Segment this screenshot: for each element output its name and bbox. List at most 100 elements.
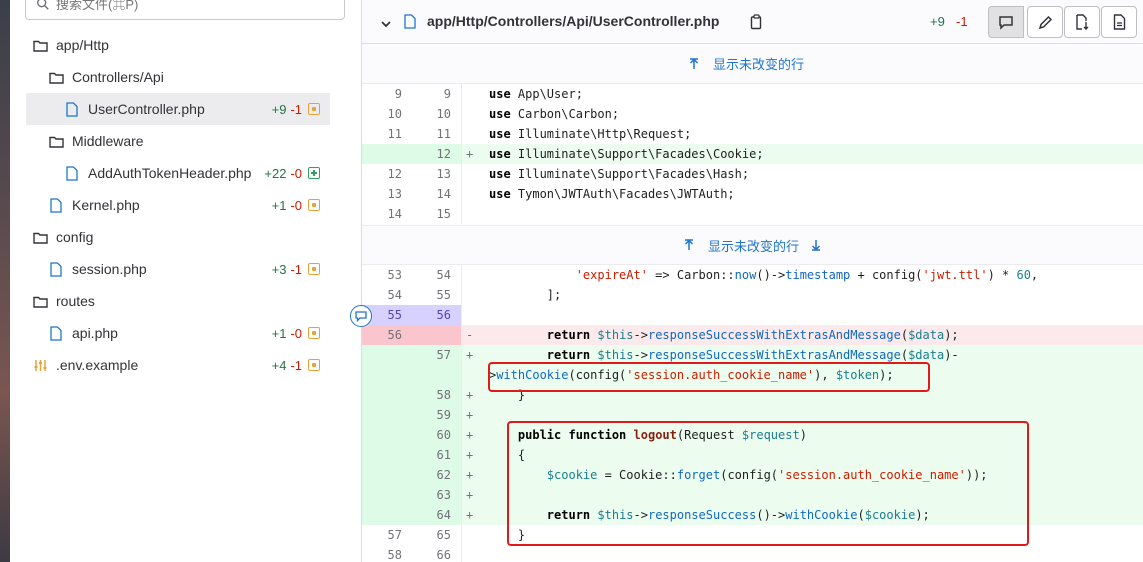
- file-modified-icon: [308, 199, 320, 211]
- expand-label: 显示未改变的行: [712, 57, 804, 72]
- deletions-count: -1: [290, 357, 302, 373]
- diff-line-added: 12 + use Illuminate\Support\Facades\Cookie…: [362, 144, 1143, 164]
- diff-line: 58 66: [362, 545, 1143, 562]
- file-added-icon: [308, 167, 320, 179]
- tree-file-label: AddAuthTokenHeader.php: [88, 165, 252, 181]
- additions-count: +9: [271, 101, 287, 117]
- file-modified-icon: [308, 359, 320, 371]
- diff-file-header: app/Http/Controllers/Api/UserController.…: [362, 0, 1143, 44]
- expand-unchanged-lines-top[interactable]: 显示未改变的行: [362, 44, 1143, 84]
- annotation-highlight-box: [507, 421, 1029, 546]
- file-search-box[interactable]: [25, 0, 345, 20]
- tree-file-label: UserController.php: [88, 101, 205, 117]
- file-change-stats: +3 -1: [272, 262, 320, 277]
- diff-line: 12 13 use Illuminate\Support\Facades\Hash;: [362, 164, 1143, 184]
- diff-deletions: -1: [956, 14, 968, 29]
- file-icon: [64, 165, 80, 181]
- tree-folder-routes[interactable]: routes: [32, 285, 95, 317]
- deletions-count: -0: [290, 197, 302, 213]
- view-file-button[interactable]: [1101, 6, 1137, 38]
- diff-panel: app/Http/Controllers/Api/UserController.…: [350, 0, 1143, 562]
- arrow-down-icon: [811, 240, 821, 251]
- file-arrow-icon: [1075, 14, 1088, 30]
- arrow-up-icon: [689, 57, 699, 69]
- comment-icon: [999, 15, 1013, 30]
- tree-folder-label: routes: [56, 293, 95, 309]
- arrow-up-icon: [684, 239, 694, 250]
- additions-count: +1: [271, 197, 287, 213]
- chevron-down-icon[interactable]: [380, 16, 392, 34]
- folder-icon: [48, 133, 64, 149]
- file-change-stats: +4 -1: [272, 358, 320, 373]
- file-icon: [404, 14, 416, 34]
- tree-folder-controllers-api[interactable]: Controllers/Api: [48, 61, 164, 93]
- file-modified-icon: [308, 263, 320, 275]
- additions-count: +4: [271, 357, 287, 373]
- tree-file-env-example[interactable]: .env.example +4 -1: [26, 349, 330, 381]
- tree-folder-label: config: [56, 229, 94, 245]
- diff-line: 9 9 use App\User;: [362, 84, 1143, 104]
- file-icon: [48, 325, 64, 341]
- file-icon: [64, 101, 80, 117]
- diff-additions: +9: [930, 14, 945, 29]
- view-file-at-commit-button[interactable]: [1064, 6, 1100, 38]
- document-icon: [1113, 14, 1125, 30]
- deletions-count: -1: [290, 101, 302, 117]
- additions-count: +3: [271, 261, 287, 277]
- tree-file-label: session.php: [72, 261, 147, 277]
- diff-line-removed: 56- return $this->responseSuccessWithExt…: [362, 325, 1143, 345]
- tree-file-addauthtokenheader[interactable]: AddAuthTokenHeader.php +22 -0: [26, 157, 330, 189]
- deletions-count: -0: [290, 325, 302, 341]
- tree-file-label: .env.example: [56, 357, 139, 373]
- file-change-stats: +22 -0: [264, 166, 320, 181]
- folder-icon: [32, 229, 48, 245]
- diff-line-highlighted: 55 56: [362, 305, 1143, 325]
- tree-folder-label: Middleware: [72, 133, 144, 149]
- comment-icon: [355, 310, 367, 322]
- diff-hunk-1: 9 9 use App\User; 10 10 use Carbon\Carbon; 1…: [362, 84, 1143, 224]
- expand-unchanged-lines-middle[interactable]: 显示未改变的行: [362, 225, 1143, 265]
- tree-folder-config[interactable]: config: [32, 221, 93, 253]
- desktop-background: [0, 0, 10, 562]
- file-search-input[interactable]: [56, 0, 306, 12]
- diff-line: 53 54 'expireAt' => Carbon::now()->timest…: [362, 265, 1143, 285]
- tree-file-api[interactable]: api.php +1 -0: [26, 317, 330, 349]
- file-change-stats: +1 -0: [272, 326, 320, 341]
- search-icon: [37, 0, 49, 10]
- pencil-icon: [1038, 15, 1052, 29]
- additions-count: +1: [271, 325, 287, 341]
- file-tree-sidebar: app/Http Controllers/Api UserController.…: [10, 0, 362, 562]
- tree-folder-app-http[interactable]: app/Http: [32, 29, 109, 61]
- diff-file-path[interactable]: app/Http/Controllers/Api/UserController.…: [427, 13, 719, 29]
- annotation-highlight-box: [488, 362, 930, 392]
- tree-file-kernel[interactable]: Kernel.php +1 -0: [26, 189, 330, 221]
- tree-file-session[interactable]: session.php +3 -1: [26, 253, 330, 285]
- add-comment-button[interactable]: [350, 305, 372, 327]
- diff-line: 10 10 use Carbon\Carbon;: [362, 104, 1143, 124]
- file-modified-icon: [308, 327, 320, 339]
- file-change-stats: +9 -1: [272, 102, 320, 117]
- diff-line: 14 15: [362, 204, 1143, 224]
- diff-line: 13 14 use Tymon\JWTAuth\Facades\JWTAuth;: [362, 184, 1143, 204]
- folder-icon: [32, 293, 48, 309]
- diff-line: 54 55 ];: [362, 285, 1143, 305]
- tree-file-label: Kernel.php: [72, 197, 140, 213]
- deletions-count: -1: [290, 261, 302, 277]
- folder-icon: [48, 69, 64, 85]
- tree-folder-label: app/Http: [56, 37, 109, 53]
- folder-icon: [32, 37, 48, 53]
- tree-folder-middleware[interactable]: Middleware: [48, 125, 144, 157]
- sidebar-resize-gutter[interactable]: [346, 0, 362, 562]
- deletions-count: -0: [290, 165, 302, 181]
- diff-line: 11 11 use Illuminate\Http\Request;: [362, 124, 1143, 144]
- tree-file-label: api.php: [72, 325, 118, 341]
- file-change-stats: +1 -0: [272, 198, 320, 213]
- copy-icon[interactable]: [750, 14, 764, 35]
- file-icon: [48, 261, 64, 277]
- toggle-comments-button[interactable]: [988, 6, 1024, 38]
- tree-file-usercontroller[interactable]: UserController.php +9 -1: [26, 93, 330, 125]
- expand-label: 显示未改变的行: [707, 238, 799, 254]
- settings-file-icon: [32, 357, 48, 373]
- file-icon: [48, 197, 64, 213]
- edit-file-button[interactable]: [1027, 6, 1063, 38]
